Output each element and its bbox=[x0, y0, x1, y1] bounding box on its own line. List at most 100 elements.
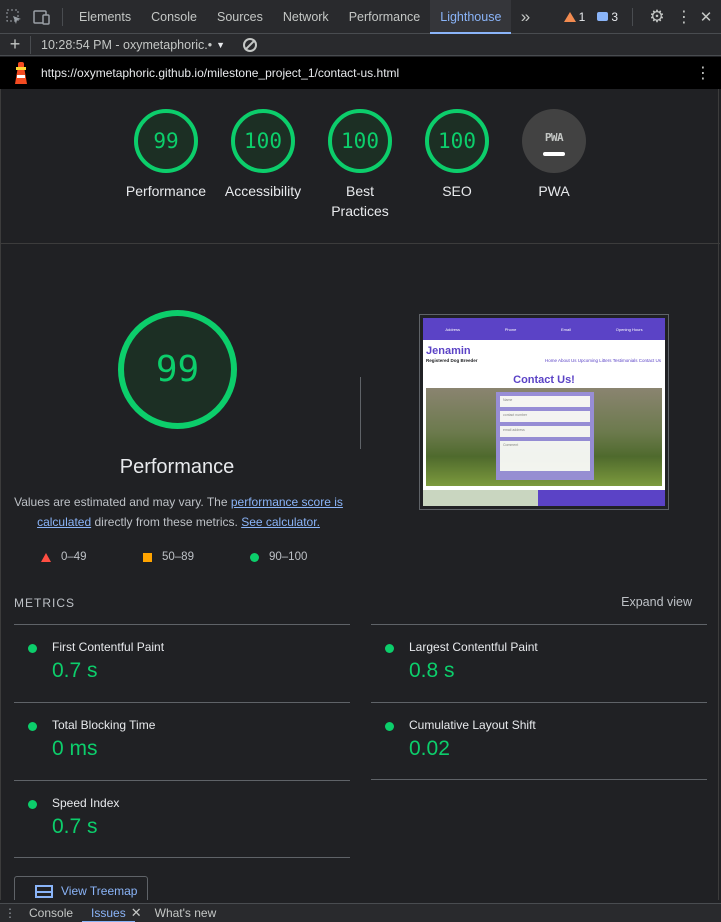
thumb-top-item: Address bbox=[445, 326, 461, 332]
thumb-top-item: Opening Hours bbox=[615, 326, 643, 332]
legend-fail-label: 0–49 bbox=[61, 551, 87, 563]
average-square-icon bbox=[143, 552, 152, 562]
pwa-dash bbox=[543, 151, 565, 156]
pass-circle-icon bbox=[385, 644, 394, 653]
metric-speed-index: Speed Index 0.7 s bbox=[14, 780, 350, 858]
screenshot-content: Address Phone Email Opening Hours Jenami… bbox=[423, 318, 665, 506]
drawer-tab-issues[interactable]: Issues bbox=[82, 904, 135, 922]
view-treemap-button[interactable]: View Treemap bbox=[14, 876, 148, 900]
metric-name: Largest Contentful Paint bbox=[409, 640, 538, 654]
drawer-tab-console[interactable]: Console bbox=[20, 904, 82, 922]
metric-name: Total Blocking Time bbox=[52, 718, 156, 732]
final-screenshot[interactable]: Address Phone Email Opening Hours Jenami… bbox=[419, 314, 669, 510]
clear-reports-icon[interactable] bbox=[243, 37, 258, 52]
vertical-divider bbox=[360, 377, 361, 449]
performance-note: Values are estimated and may vary. The p… bbox=[11, 492, 346, 532]
expand-view-toggle[interactable]: Expand view bbox=[621, 595, 692, 609]
gauge-accessibility[interactable]: 100 Accessibility bbox=[213, 109, 313, 201]
inspect-element-icon[interactable] bbox=[0, 0, 28, 34]
pwa-badge-text: PWA bbox=[544, 130, 564, 144]
gauge-label: Best Practices bbox=[331, 183, 389, 219]
view-treemap-label: View Treemap bbox=[61, 884, 138, 898]
warnings-count: 1 bbox=[578, 9, 586, 24]
report-url[interactable]: https://oxymetaphoric.github.io/mileston… bbox=[41, 66, 399, 80]
pass-circle-icon bbox=[28, 644, 37, 653]
thumb-field: contact number bbox=[500, 411, 590, 422]
tab-console[interactable]: Console bbox=[141, 0, 207, 34]
thumb-brand: Jenamin bbox=[426, 345, 471, 357]
legend-fail: 0–49 bbox=[41, 551, 87, 563]
devtools-tabbar: Elements Console Sources Network Perform… bbox=[0, 0, 721, 34]
message-icon bbox=[597, 12, 609, 21]
score-ring: 100 bbox=[425, 109, 489, 173]
metric-tbt: Total Blocking Time 0 ms bbox=[14, 702, 350, 780]
legend-average: 50–89 bbox=[143, 551, 194, 563]
score-gauges: 99 Performance 100 Accessibility 100 Bes… bbox=[1, 89, 720, 244]
metric-name: Cumulative Layout Shift bbox=[409, 718, 536, 732]
gauge-seo[interactable]: 100 SEO bbox=[407, 109, 507, 201]
thumb-topbar: Address Phone Email Opening Hours bbox=[423, 318, 665, 340]
report-selector[interactable]: 10:28:54 PM - oxymetaphoric.• ▼ bbox=[31, 38, 225, 52]
close-devtools-icon[interactable]: ✕ bbox=[697, 0, 715, 34]
metric-value: 0 ms bbox=[52, 737, 98, 760]
drawer-menu-icon[interactable]: ⋮ bbox=[0, 906, 20, 920]
tab-network[interactable]: Network bbox=[273, 0, 339, 34]
metric-name: First Contentful Paint bbox=[52, 640, 165, 654]
lighthouse-toolbar: + 10:28:54 PM - oxymetaphoric.• ▼ bbox=[0, 34, 721, 56]
gauge-label: Accessibility bbox=[224, 183, 302, 199]
warnings-badge[interactable]: 1 bbox=[560, 10, 590, 24]
performance-title: Performance bbox=[119, 456, 235, 478]
gauge-pwa[interactable]: PWA PWA bbox=[504, 109, 604, 201]
score-ring: 99 bbox=[134, 109, 198, 173]
thumb-subtitle: Registered Dog Breeder bbox=[426, 358, 478, 363]
messages-count: 3 bbox=[611, 9, 618, 24]
pwa-badge-icon: PWA bbox=[522, 109, 586, 173]
thumb-form: Name contact number email address Commen… bbox=[496, 392, 594, 480]
gauge-label: SEO bbox=[442, 183, 472, 199]
tab-elements[interactable]: Elements bbox=[69, 0, 141, 34]
score-ring: 100 bbox=[231, 109, 295, 173]
kebab-menu-icon[interactable]: ⋮ bbox=[675, 0, 693, 34]
report-url-bar: https://oxymetaphoric.github.io/mileston… bbox=[0, 57, 721, 89]
metric-fcp: First Contentful Paint 0.7 s bbox=[14, 624, 350, 702]
more-tabs-icon[interactable]: » bbox=[511, 0, 539, 34]
metric-value: 0.7 s bbox=[52, 659, 98, 682]
tab-lighthouse[interactable]: Lighthouse bbox=[430, 0, 512, 34]
gauge-performance[interactable]: 99 Performance bbox=[116, 109, 216, 201]
tab-sources[interactable]: Sources bbox=[207, 0, 273, 34]
fail-triangle-icon bbox=[41, 552, 51, 562]
thumb-map bbox=[423, 490, 538, 506]
legend-pass: 90–100 bbox=[250, 551, 307, 563]
warning-icon bbox=[563, 11, 576, 22]
pass-circle-icon bbox=[28, 722, 37, 731]
dropdown-caret-icon: ▼ bbox=[216, 39, 226, 50]
drawer-tab-whats-new[interactable]: What's new bbox=[146, 904, 226, 922]
metrics-heading: METRICS bbox=[14, 596, 75, 610]
close-tab-icon[interactable]: ✕ bbox=[131, 905, 142, 921]
gauge-label: Performance bbox=[125, 183, 207, 199]
lighthouse-report: 99 Performance 100 Accessibility 100 Bes… bbox=[0, 89, 721, 900]
new-report-plus-icon[interactable]: + bbox=[0, 34, 30, 55]
thumb-field: Comment bbox=[500, 441, 590, 471]
report-menu-icon[interactable]: ⋮ bbox=[695, 63, 711, 83]
metric-cls: Cumulative Layout Shift 0.02 bbox=[371, 702, 707, 780]
lighthouse-logo-icon bbox=[13, 62, 29, 84]
toolbar-separator bbox=[62, 7, 63, 26]
pass-circle-icon bbox=[385, 722, 394, 731]
legend-average-label: 50–89 bbox=[162, 551, 194, 563]
treemap-icon bbox=[35, 884, 53, 898]
device-toolbar-icon[interactable] bbox=[28, 0, 56, 34]
tab-performance[interactable]: Performance bbox=[339, 0, 431, 34]
settings-gear-icon[interactable]: ⚙ bbox=[643, 0, 671, 34]
note-text: directly from these metrics. bbox=[91, 515, 242, 529]
thumb-nav: Home About Us Upcoming Litters Testimoni… bbox=[545, 358, 661, 363]
thumb-field: email address bbox=[500, 426, 590, 437]
note-text: Values are estimated and may vary. The bbox=[14, 495, 231, 509]
pass-circle-icon bbox=[28, 800, 37, 809]
see-calculator-link[interactable]: See calculator. bbox=[241, 515, 320, 529]
performance-big-gauge: 99 bbox=[118, 310, 237, 429]
legend-pass-label: 90–100 bbox=[269, 551, 308, 563]
gauge-best-practices[interactable]: 100 Best Practices bbox=[310, 109, 410, 221]
drawer-tabbar: ⋮ Console Issues ✕ What's new bbox=[0, 903, 721, 922]
messages-badge[interactable]: 3 bbox=[593, 10, 622, 24]
